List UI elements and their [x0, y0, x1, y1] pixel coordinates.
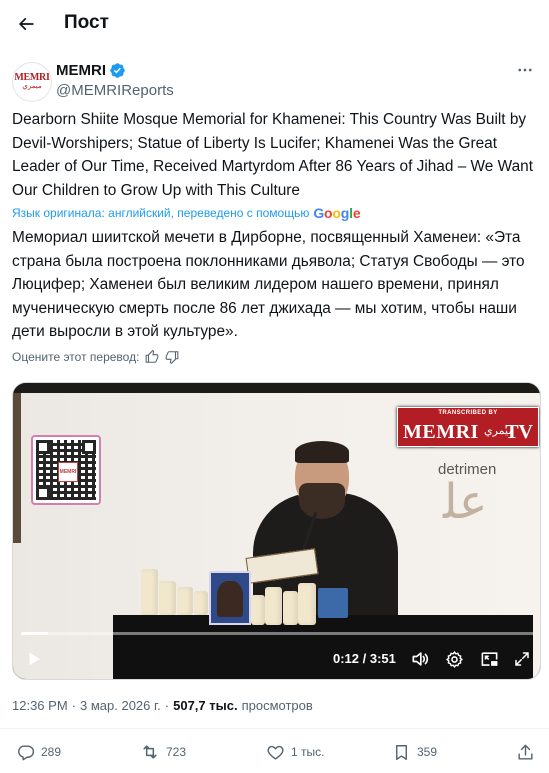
action-bar: 289 723 1 тыс. 359: [12, 740, 537, 764]
qr-pattern: MEMRI: [36, 440, 96, 500]
bookmark-icon: [396, 744, 407, 760]
video-time: 0:12 / 3:51: [333, 651, 396, 666]
logo-transcribed-by: TRANSCRIBED BY: [438, 410, 498, 416]
video-progress-fill: [21, 632, 48, 635]
rate-translation: Оцените этот перевод:: [12, 350, 179, 364]
translation-note-text: Язык оригинала: английский, переведено с…: [12, 206, 310, 220]
qr-corner: [36, 440, 50, 454]
picture-in-picture-button[interactable]: [478, 648, 500, 670]
speaker-hair: [295, 441, 349, 463]
repost-count: 723: [166, 745, 187, 759]
rate-label: Оцените этот перевод:: [12, 350, 140, 364]
qr-logo: MEMRI: [58, 462, 78, 482]
top-bar: Пост: [0, 0, 549, 48]
candle: [251, 595, 265, 625]
back-button[interactable]: [12, 10, 40, 38]
candle: [283, 591, 298, 625]
candle: [141, 569, 158, 615]
views-label: просмотров: [241, 698, 313, 713]
volume-button[interactable]: [409, 648, 431, 670]
settings-button[interactable]: [443, 648, 465, 670]
avatar-logo-sub: ميمري: [22, 83, 42, 90]
reply-button[interactable]: 289: [16, 740, 61, 764]
candle: [177, 587, 193, 615]
repost-icon: [143, 745, 157, 759]
author-handle[interactable]: @MEMRIReports: [56, 82, 174, 99]
thumbs-down-icon: [166, 351, 179, 364]
logo-tv: TV: [505, 421, 533, 443]
share-button[interactable]: [516, 740, 535, 764]
translation-note[interactable]: Язык оригинала: английский, переведено с…: [12, 205, 361, 221]
video-curtain: [13, 393, 21, 543]
arrow-left-icon: [18, 17, 34, 31]
portrait-figure: [217, 581, 243, 617]
meta-separator: ·: [71, 698, 76, 713]
candle: [159, 581, 176, 615]
page-title: Пост: [64, 12, 109, 33]
memorial-table: [113, 615, 533, 679]
verified-badge-icon: [110, 63, 125, 78]
portrait-photo: [209, 571, 251, 625]
share-icon: [518, 744, 533, 760]
calligraphy-art-lower: ﻋﻠ: [443, 474, 488, 530]
heart-icon: [267, 745, 284, 760]
google-logo: Google: [313, 205, 361, 221]
author-name-row[interactable]: MEMRI: [56, 62, 126, 79]
tweet-text: Dearborn Shiite Mosque Memorial for Kham…: [12, 111, 533, 199]
avatar-logo: MEMRI: [14, 72, 50, 83]
thumbs-down-button[interactable]: [165, 350, 179, 364]
qr-corner: [36, 486, 50, 500]
more-options-button[interactable]: [513, 60, 537, 80]
translated-text: Мемориал шиитской мечети в Дирборне, пос…: [12, 229, 525, 340]
candle: [265, 587, 282, 625]
logo-memri: MEMRI: [403, 421, 479, 443]
play-icon: [29, 652, 40, 666]
thumbs-up-icon: [146, 350, 159, 363]
bookmark-button[interactable]: 359: [392, 740, 437, 764]
fullscreen-icon: [515, 652, 529, 666]
like-button[interactable]: 1 тыс.: [266, 740, 324, 764]
volume-icon: [412, 652, 429, 666]
video-progress-track[interactable]: [21, 632, 534, 635]
play-button[interactable]: [23, 648, 45, 670]
tweet-time[interactable]: 12:36 PM: [12, 698, 68, 713]
gear-icon: [445, 650, 463, 668]
repost-button[interactable]: 723: [140, 740, 186, 764]
divider: [0, 728, 549, 729]
qr-corner: [82, 440, 96, 454]
bookmark-count: 359: [417, 745, 438, 759]
views-count: 507,7 тыс.: [173, 698, 238, 713]
thumbs-up-button[interactable]: [145, 350, 159, 364]
candle: [194, 591, 208, 615]
tweet-meta: 12:36 PM · 3 мар. 2026 г. · 507,7 тыс. п…: [12, 698, 313, 713]
tweet-date[interactable]: 3 мар. 2026 г.: [80, 698, 161, 713]
pip-icon: [481, 651, 497, 666]
tweet-author: MEMRI ميمري MEMRI @MEMRIReports: [12, 60, 537, 104]
candle: [298, 583, 316, 625]
overlay-caption: detrimen: [438, 461, 497, 478]
quran-holder: [318, 588, 348, 618]
like-count: 1 тыс.: [291, 745, 325, 759]
memri-tv-logo: TRANSCRIBED BY MEMRI ميمري TV: [397, 407, 539, 447]
avatar[interactable]: MEMRI ميمري: [12, 62, 52, 102]
fullscreen-button[interactable]: [511, 648, 533, 670]
speaker-beard: [299, 483, 345, 519]
video-player[interactable]: ﮦ ﻋﻠ detrimen MEMRI TRANSCRIBED BY MEMRI…: [12, 382, 541, 680]
qr-code: MEMRI: [31, 435, 101, 505]
reply-count: 289: [41, 745, 62, 759]
meta-separator: ·: [164, 698, 170, 713]
reply-icon: [18, 744, 35, 760]
author-name: MEMRI: [56, 62, 106, 79]
more-dots-icon: [518, 68, 532, 72]
